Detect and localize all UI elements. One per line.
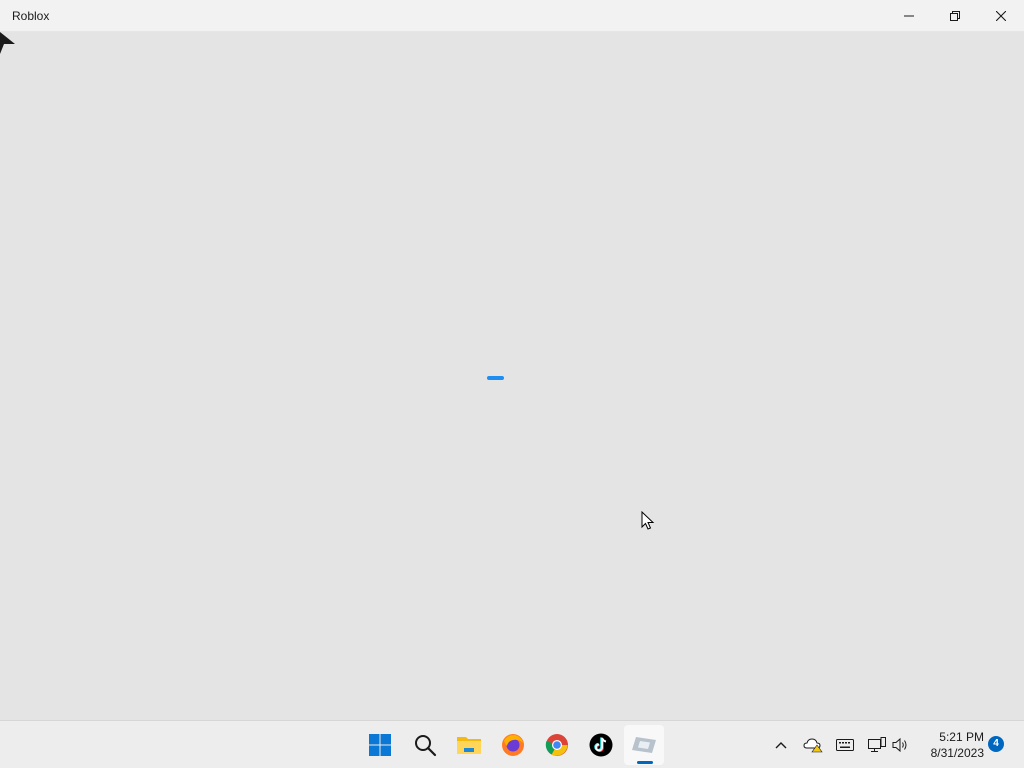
- chrome-button[interactable]: [537, 725, 577, 765]
- arrow-pointer-icon: [0, 32, 15, 54]
- network-icon: [868, 737, 886, 752]
- tiktok-button[interactable]: [581, 725, 621, 765]
- onedrive-warning-icon: [803, 738, 823, 753]
- chrome-icon: [545, 734, 568, 756]
- tiktok-icon: [589, 733, 613, 757]
- keyboard-tray-button[interactable]: [835, 735, 855, 755]
- window-title: Roblox: [12, 9, 50, 23]
- folder-icon: [457, 737, 481, 754]
- volume-tray-button[interactable]: [891, 735, 911, 755]
- show-hidden-icons-button[interactable]: [771, 735, 791, 755]
- close-button[interactable]: [978, 0, 1024, 32]
- start-button[interactable]: [360, 725, 400, 765]
- app-content[interactable]: [0, 32, 1024, 720]
- minimize-icon: [904, 15, 914, 17]
- close-icon: [996, 11, 1006, 21]
- firefox-button[interactable]: [493, 725, 533, 765]
- mouse-cursor-icon: [641, 511, 655, 530]
- firefox-icon: [502, 734, 524, 756]
- taskbar-clock[interactable]: 5:21 PM 8/31/2023: [914, 729, 984, 761]
- restore-button[interactable]: [932, 0, 978, 32]
- taskbar: 5:21 PM 8/31/2023: [0, 720, 1024, 768]
- volume-icon: [892, 737, 907, 753]
- roblox-button[interactable]: [624, 725, 664, 765]
- clock-time: 5:21 PM: [939, 730, 984, 744]
- restore-icon: [950, 11, 960, 21]
- search-icon: [415, 735, 437, 757]
- windows-start-icon: [369, 734, 391, 756]
- minimize-button[interactable]: [886, 0, 932, 32]
- roblox-icon: [632, 737, 656, 753]
- search-button[interactable]: [405, 725, 445, 765]
- file-explorer-button[interactable]: [449, 725, 489, 765]
- notification-badge[interactable]: 4: [988, 736, 1004, 752]
- title-bar[interactable]: Roblox: [0, 0, 1024, 32]
- active-app-indicator: [637, 761, 653, 764]
- clock-date: 8/31/2023: [930, 746, 984, 760]
- network-tray-button[interactable]: [867, 735, 887, 755]
- onedrive-tray-button[interactable]: [803, 735, 823, 755]
- chevron-up-icon: [775, 742, 787, 749]
- keyboard-icon: [836, 739, 854, 751]
- loading-spinner: [487, 376, 504, 380]
